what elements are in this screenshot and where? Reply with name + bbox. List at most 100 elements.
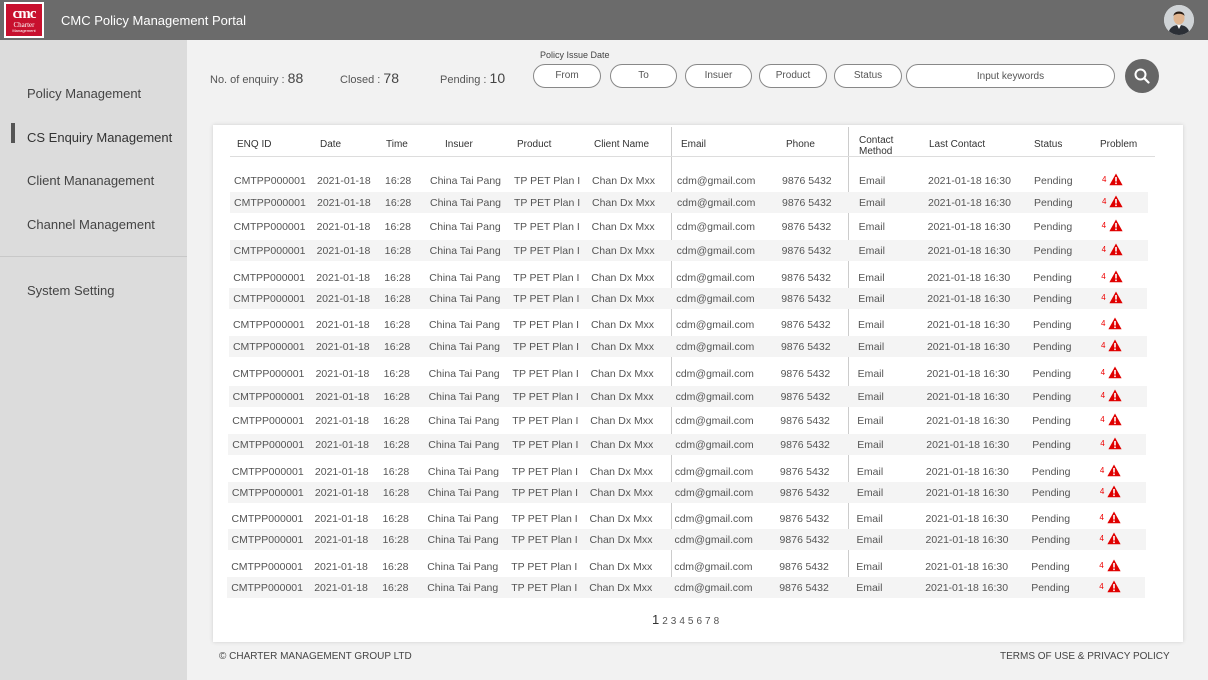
problem-indicator[interactable]: 4 xyxy=(1100,413,1122,426)
cell-insuer: China Tai Pang xyxy=(429,221,501,233)
problem-indicator[interactable]: 4 xyxy=(1102,243,1123,256)
table-row[interactable]: CMTPP000001 2021-01-18 16:28 China Tai Pang… xyxy=(228,508,1146,529)
company-logo[interactable]: cmc Charter Management xyxy=(4,2,44,38)
problem-indicator[interactable]: 4 xyxy=(1099,580,1121,593)
problem-indicator[interactable]: 4 xyxy=(1102,195,1124,208)
col-header-enq-id[interactable]: ENQ ID xyxy=(237,139,271,150)
cell-last-contact: 2021-01-18 16:30 xyxy=(925,513,1009,525)
table-row[interactable]: CMTPP000001 2021-01-18 16:28 China Tai Pang… xyxy=(229,240,1148,261)
page-link[interactable]: 8 xyxy=(714,616,720,627)
problem-indicator[interactable]: 4 xyxy=(1102,173,1124,186)
insuer-filter[interactable]: Insuer xyxy=(685,64,752,88)
sidebar-item-channel-management[interactable]: Channel Management xyxy=(27,217,155,232)
col-header-last-contact[interactable]: Last Contact xyxy=(929,139,985,150)
col-header-client-name[interactable]: Client Name xyxy=(594,139,649,150)
col-header-date[interactable]: Date xyxy=(320,139,341,150)
warning-icon xyxy=(1108,317,1122,330)
warning-icon xyxy=(1109,243,1123,256)
cell-status: Pending xyxy=(1033,293,1072,305)
table-row[interactable]: CMTPP000001 2021-01-18 16:28 China Tai Pang… xyxy=(228,461,1146,482)
cell-email: cdm@gmail.com xyxy=(674,513,753,525)
cell-product: TP PET Plan I xyxy=(511,466,579,478)
cell-date: 2021-01-18 xyxy=(317,197,371,209)
page-link[interactable]: 7 xyxy=(705,616,711,627)
problem-indicator[interactable]: 4 xyxy=(1100,532,1121,545)
page-link[interactable]: 2 xyxy=(662,616,668,627)
search-button[interactable] xyxy=(1125,59,1159,93)
cell-status: Pending xyxy=(1033,245,1073,257)
problem-indicator[interactable]: 4 xyxy=(1101,366,1122,379)
problem-indicator[interactable]: 4 xyxy=(1101,291,1123,304)
sidebar-item-cs-enquiry-management[interactable]: CS Enquiry Management xyxy=(27,130,172,145)
table-row[interactable]: CMTPP000001 2021-01-18 16:28 China Tai Pang… xyxy=(229,314,1147,335)
warning-icon xyxy=(1109,270,1123,283)
cell-insuer: China Tai Pang xyxy=(427,561,499,573)
cell-enq-id: CMTPP000001 xyxy=(232,391,305,403)
table-row[interactable]: CMTPP000001 2021-01-18 16:28 China Tai Pang… xyxy=(228,336,1147,357)
sidebar-divider xyxy=(0,256,187,257)
page-link[interactable]: 1 xyxy=(652,612,659,627)
user-avatar[interactable] xyxy=(1164,5,1194,35)
table-row[interactable]: CMTPP000001 2021-01-18 16:28 China Tai Pang… xyxy=(229,288,1148,309)
table-row[interactable]: CMTPP000001 2021-01-18 16:28 China Tai Pang… xyxy=(228,386,1147,407)
table-row[interactable]: CMTPP000001 2021-01-18 16:28 China Tai Pang… xyxy=(227,482,1146,503)
col-header-problem[interactable]: Problem xyxy=(1100,139,1137,150)
table-row[interactable]: CMTPP000001 2021-01-18 16:28 China Tai Pang… xyxy=(228,410,1146,431)
col-header-email[interactable]: Email xyxy=(681,139,706,150)
table-row[interactable]: CMTPP000001 2021-01-18 16:28 China Tai Pang… xyxy=(230,170,1148,191)
problem-indicator[interactable]: 4 xyxy=(1102,219,1123,232)
page-link[interactable]: 4 xyxy=(679,616,685,627)
cell-phone: 9876 5432 xyxy=(779,561,829,573)
col-header-insuer[interactable]: Insuer xyxy=(445,139,473,150)
col-header-phone[interactable]: Phone xyxy=(786,139,815,150)
sidebar-item-client-management[interactable]: Client Mananagement xyxy=(27,173,154,188)
cell-product: TP PET Plan I xyxy=(513,221,580,233)
page-link[interactable]: 6 xyxy=(696,616,702,627)
table-row[interactable]: CMTPP000001 2021-01-18 16:28 China Tai Pang… xyxy=(230,216,1148,237)
stat-enquiry: No. of enquiry : 88 xyxy=(210,70,303,86)
problem-indicator[interactable]: 4 xyxy=(1100,437,1122,450)
problem-indicator[interactable]: 4 xyxy=(1101,270,1123,283)
cell-time: 16:28 xyxy=(385,197,412,209)
keyword-search-input[interactable] xyxy=(906,64,1115,88)
cell-client-name: Chan Dx Mxx xyxy=(589,487,653,499)
cell-insuer: China Tai Pang xyxy=(428,341,500,353)
table-row[interactable]: CMTPP000001 2021-01-18 16:28 China Tai Pang… xyxy=(229,267,1147,288)
col-header-time[interactable]: Time xyxy=(386,139,408,150)
problem-indicator[interactable]: 4 xyxy=(1101,339,1122,352)
cell-date: 2021-01-18 xyxy=(315,415,369,427)
table-row[interactable]: CMTPP000001 2021-01-18 16:28 China Tai Pang… xyxy=(230,192,1148,213)
page-link[interactable]: 5 xyxy=(688,616,694,627)
from-date-filter[interactable]: From xyxy=(533,64,601,88)
table-row[interactable]: CMTPP000001 2021-01-18 16:28 China Tai Pang… xyxy=(227,556,1145,577)
table-row[interactable]: CMTPP000001 2021-01-18 16:28 China Tai Pang… xyxy=(229,363,1147,384)
problem-indicator[interactable]: 4 xyxy=(1099,559,1121,572)
table-row[interactable]: CMTPP000001 2021-01-18 16:28 China Tai Pang… xyxy=(228,434,1147,455)
cell-email: cdm@gmail.com xyxy=(674,466,754,478)
page-link[interactable]: 3 xyxy=(671,616,677,627)
warning-icon xyxy=(1107,464,1121,477)
problem-indicator[interactable]: 4 xyxy=(1100,464,1121,477)
table-row[interactable]: CMTPP000001 2021-01-18 16:28 China Tai Pang… xyxy=(227,529,1146,550)
col-header-status[interactable]: Status xyxy=(1034,139,1062,150)
table-row[interactable]: CMTPP000001 2021-01-18 16:28 China Tai Pang… xyxy=(227,577,1146,598)
status-filter[interactable]: Status xyxy=(834,64,902,88)
problem-count: 4 xyxy=(1100,391,1106,400)
problem-indicator[interactable]: 4 xyxy=(1100,485,1121,498)
to-date-filter[interactable]: To xyxy=(610,64,677,88)
col-header-product[interactable]: Product xyxy=(517,139,551,150)
problem-indicator[interactable]: 4 xyxy=(1100,511,1121,524)
terms-privacy-link[interactable]: TERMS OF USE & PRIVACY POLICY xyxy=(1000,651,1170,662)
col-header-contact-method[interactable]: Contact Method xyxy=(859,135,909,157)
sidebar-item-system-setting[interactable]: System Setting xyxy=(27,283,114,298)
cell-contact-method: Email xyxy=(858,221,885,233)
sidebar-item-policy-management[interactable]: Policy Management xyxy=(27,86,141,101)
problem-indicator[interactable]: 4 xyxy=(1101,317,1122,330)
cell-status: Pending xyxy=(1031,466,1071,478)
product-filter[interactable]: Product xyxy=(759,64,827,88)
problem-indicator[interactable]: 4 xyxy=(1101,389,1122,402)
warning-icon xyxy=(1108,339,1122,352)
cell-time: 16:28 xyxy=(383,319,411,331)
cell-enq-id: CMTPP000001 xyxy=(231,582,303,594)
cell-product: TP PET Plan I xyxy=(512,391,579,403)
